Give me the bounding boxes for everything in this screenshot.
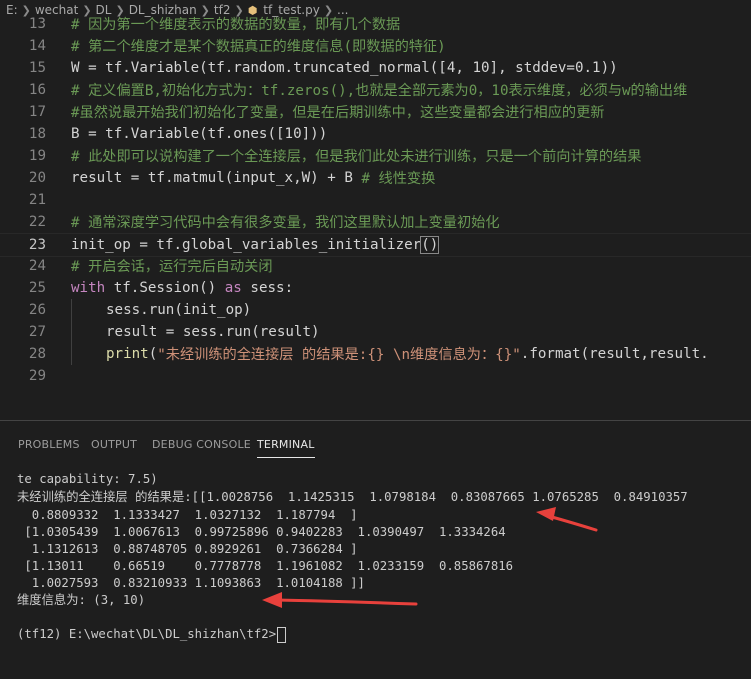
- red-arrow-icon: [536, 507, 598, 532]
- annotation-arrows: [262, 507, 598, 608]
- red-arrow-icon: [262, 592, 418, 608]
